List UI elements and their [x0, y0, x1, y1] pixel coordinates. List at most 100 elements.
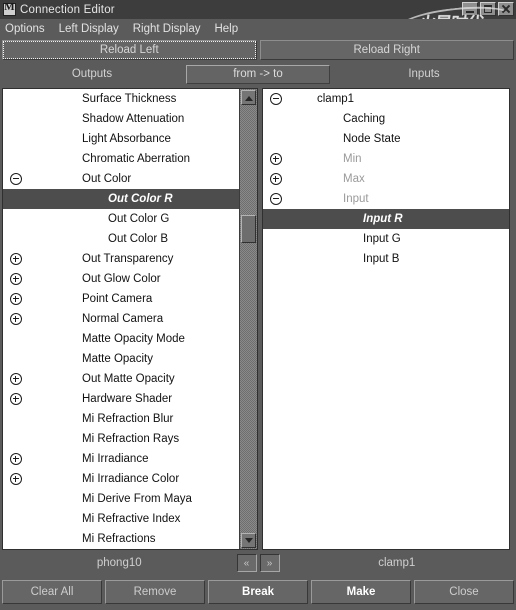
scroll-down-icon[interactable] — [241, 533, 256, 548]
attribute-row[interactable]: Surface Thickness — [3, 89, 239, 109]
reload-left-button[interactable]: Reload Left — [2, 40, 257, 60]
scroll-up-icon[interactable] — [241, 90, 256, 105]
nav-buttons: « » — [236, 554, 280, 572]
attribute-label: Chromatic Aberration — [82, 153, 191, 165]
attribute-row[interactable]: Chromatic Aberration — [3, 149, 239, 169]
attribute-row[interactable]: Mi Irradiance Color — [3, 469, 239, 489]
inputs-attribute-list[interactable]: clamp1 Caching Node State Min Max Input Input … — [263, 89, 509, 549]
break-button[interactable]: Break — [208, 580, 308, 604]
attribute-label: Mi Refraction Rays — [82, 433, 180, 445]
attribute-row[interactable]: Normal Camera — [3, 309, 239, 329]
inputs-label: Inputs — [408, 68, 440, 80]
attribute-label: Caching — [343, 113, 386, 125]
attribute-label: Mi Irradiance — [82, 453, 149, 465]
expand-icon[interactable] — [10, 253, 22, 265]
attribute-row[interactable]: Out Glow Color — [3, 269, 239, 289]
attribute-row[interactable]: Mi Derive From Maya — [3, 489, 239, 509]
menu-options[interactable]: Options — [5, 23, 45, 35]
attribute-label: Mi Refractions — [82, 533, 156, 545]
attribute-row[interactable]: Out Transparency — [3, 249, 239, 269]
attribute-row[interactable]: Out Color B — [3, 229, 239, 249]
scrollbar-thumb[interactable] — [241, 215, 256, 243]
attribute-row[interactable]: Input — [263, 189, 509, 209]
reload-right-button[interactable]: Reload Right — [259, 40, 514, 60]
reload-button-row: Reload Left Reload Right — [2, 40, 514, 60]
close-window-button[interactable] — [498, 2, 514, 16]
maya-app-icon — [3, 1, 16, 16]
attribute-row[interactable]: Input G — [263, 229, 509, 249]
remove-button[interactable]: Remove — [105, 580, 205, 604]
attribute-label: Input G — [363, 233, 401, 245]
connection-editor-window: Connection Editor 火星时代 www.hxsd.com Opti… — [0, 0, 516, 610]
outputs-panel: Surface Thickness Shadow Attenuation Light… — [2, 88, 258, 550]
attribute-row[interactable]: Mi Refractive Index — [3, 509, 239, 529]
attribute-label: Input B — [363, 253, 400, 265]
attribute-row[interactable]: Hardware Shader — [3, 389, 239, 409]
attribute-label: Matte Opacity — [82, 353, 153, 365]
next-node-button[interactable]: » — [259, 554, 280, 572]
collapse-icon[interactable] — [270, 193, 282, 205]
attribute-label: Light Absorbance — [82, 133, 171, 145]
window-controls — [462, 2, 514, 16]
expand-icon[interactable] — [10, 453, 22, 465]
attribute-row[interactable]: Mi Refraction Blur — [3, 409, 239, 429]
attribute-row[interactable]: Shadow Attenuation — [3, 109, 239, 129]
attribute-label: Out Color R — [108, 193, 173, 205]
attribute-label: Surface Thickness — [82, 93, 177, 105]
make-button[interactable]: Make — [311, 580, 411, 604]
footer-button-bar: Clear All Remove Break Make Close — [2, 580, 514, 604]
attribute-label: Mi Refractive Index — [82, 513, 181, 525]
clear-all-button[interactable]: Clear All — [2, 580, 102, 604]
direction-toggle-button[interactable]: from -> to — [186, 64, 330, 84]
attribute-label: Normal Camera — [82, 313, 164, 325]
attribute-row[interactable]: Min — [263, 149, 509, 169]
collapse-icon[interactable] — [10, 173, 22, 185]
attribute-row[interactable]: Mi Refraction Rays — [3, 429, 239, 449]
attribute-label: Node State — [343, 133, 401, 145]
attribute-label: Shadow Attenuation — [82, 113, 185, 125]
collapse-icon[interactable] — [270, 93, 282, 105]
attribute-row[interactable]: Matte Opacity — [3, 349, 239, 369]
expand-icon[interactable] — [10, 393, 22, 405]
minimize-button[interactable] — [462, 2, 478, 16]
node-name-bar: phong10 « » clamp1 — [2, 552, 514, 574]
attribute-row[interactable]: Matte Opacity Mode — [3, 329, 239, 349]
attribute-row[interactable]: Caching — [263, 109, 509, 129]
title-bar: Connection Editor 火星时代 www.hxsd.com — [0, 0, 516, 39]
attribute-row[interactable]: Point Camera — [3, 289, 239, 309]
expand-icon[interactable] — [10, 293, 22, 305]
attribute-row[interactable]: Input B — [263, 249, 509, 269]
attribute-row[interactable]: Max — [263, 169, 509, 189]
attribute-label: Out Matte Opacity — [82, 373, 175, 385]
prev-node-button[interactable]: « — [236, 554, 257, 572]
menu-help[interactable]: Help — [214, 23, 238, 35]
attribute-row[interactable]: Mi Irradiance — [3, 449, 239, 469]
attribute-row[interactable]: clamp1 — [263, 89, 509, 109]
expand-icon[interactable] — [10, 313, 22, 325]
attribute-label: Hardware Shader — [82, 393, 173, 405]
direction-row: Outputs from -> to Inputs — [2, 62, 514, 86]
expand-icon[interactable] — [270, 173, 282, 185]
attribute-row[interactable]: Light Absorbance — [3, 129, 239, 149]
attribute-row[interactable]: Out Color G — [3, 209, 239, 229]
attribute-row[interactable]: Out Matte Opacity — [3, 369, 239, 389]
attribute-row-selected[interactable]: Input R — [263, 209, 509, 229]
maximize-button[interactable] — [480, 2, 496, 16]
expand-icon[interactable] — [10, 473, 22, 485]
window-title: Connection Editor — [20, 3, 115, 16]
menu-left-display[interactable]: Left Display — [59, 23, 119, 35]
expand-icon[interactable] — [10, 273, 22, 285]
menu-right-display[interactable]: Right Display — [133, 23, 201, 35]
attribute-row[interactable]: Node State — [263, 129, 509, 149]
attribute-row[interactable]: Mi Refractions — [3, 529, 239, 549]
attribute-row[interactable]: Out Color — [3, 169, 239, 189]
attribute-row-selected[interactable]: Out Color R — [3, 189, 239, 209]
outputs-vertical-scrollbar[interactable] — [239, 89, 257, 549]
inputs-panel: clamp1 Caching Node State Min Max Input Input … — [262, 88, 510, 550]
left-node-name: phong10 — [96, 557, 142, 569]
expand-icon[interactable] — [10, 373, 22, 385]
outputs-attribute-list[interactable]: Surface Thickness Shadow Attenuation Light… — [3, 89, 239, 549]
expand-icon[interactable] — [270, 153, 282, 165]
attribute-label: Mi Refraction Blur — [82, 413, 174, 425]
close-button[interactable]: Close — [414, 580, 514, 604]
